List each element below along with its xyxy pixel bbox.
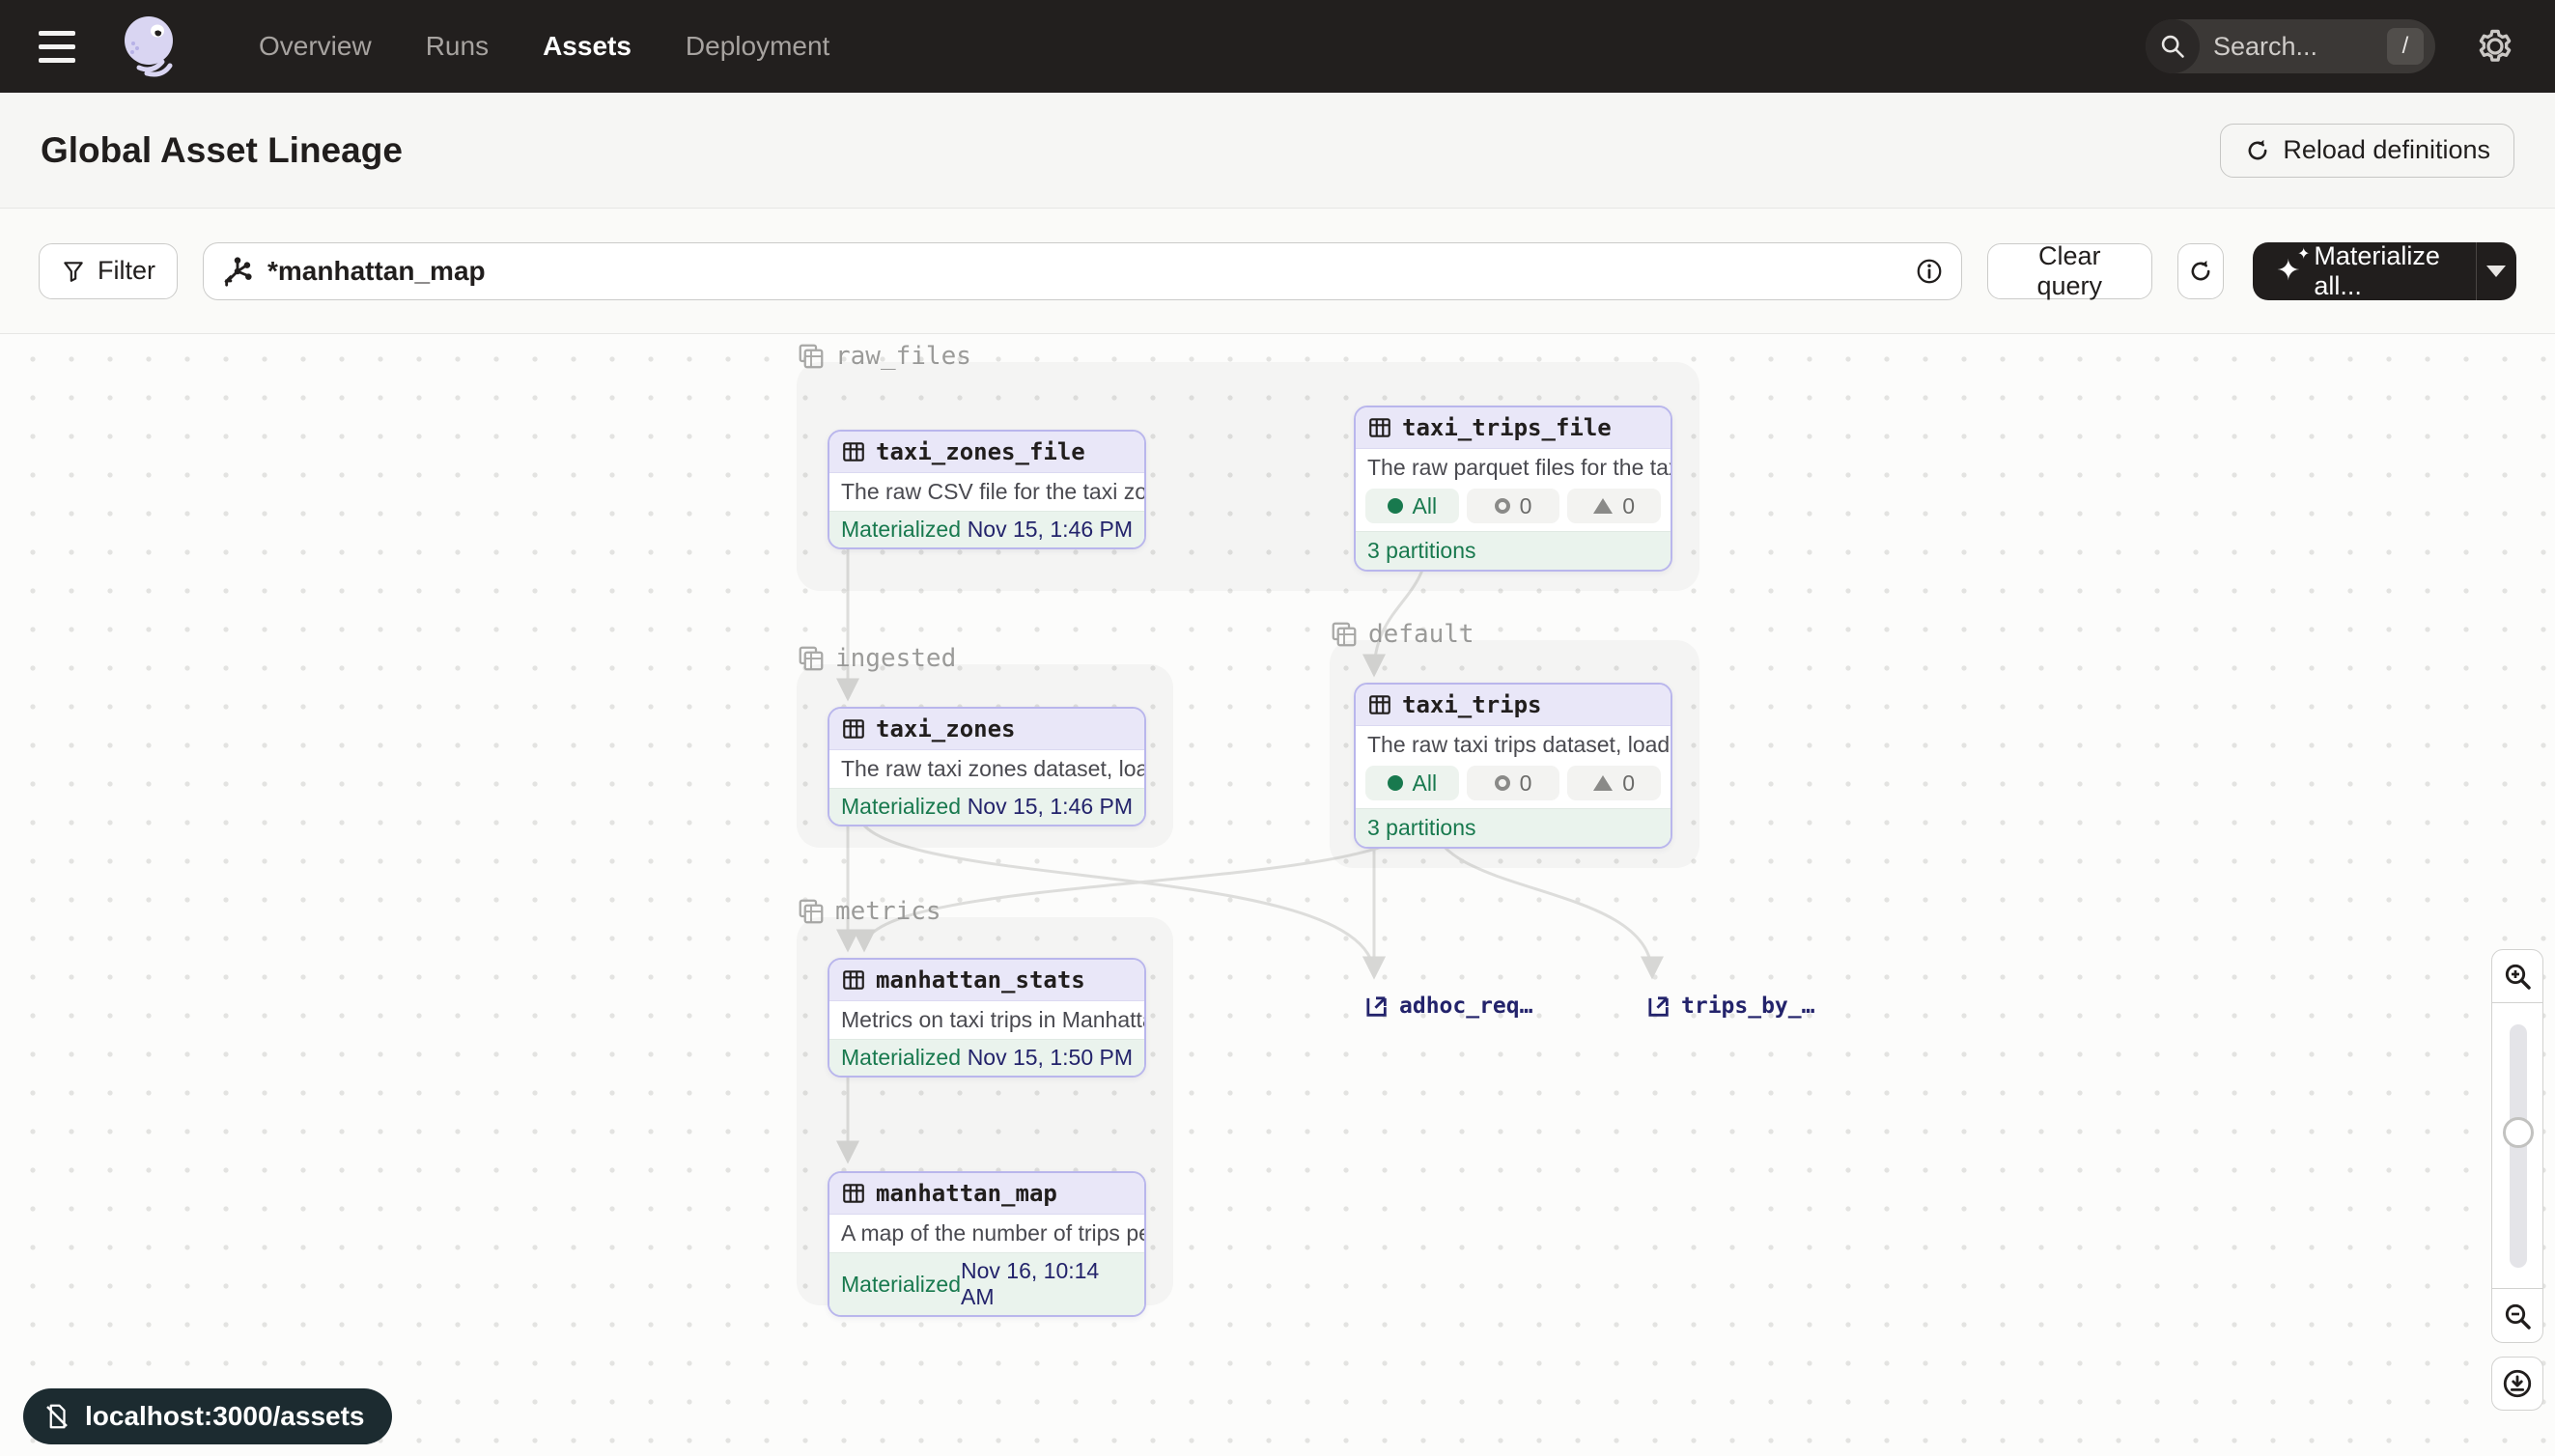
hamburger-menu-icon[interactable] xyxy=(39,18,95,74)
page-title: Global Asset Lineage xyxy=(41,130,403,171)
tab-runs[interactable]: Runs xyxy=(426,31,489,62)
materialization-time[interactable]: Nov 16, 10:14 AM xyxy=(961,1258,1133,1310)
triangle-icon xyxy=(1593,498,1613,514)
lineage-canvas[interactable]: raw_files ingested default metrics xyxy=(0,334,2555,1456)
partition-badge-missing[interactable]: 0 xyxy=(1467,489,1560,523)
zoom-in-icon xyxy=(2502,961,2533,992)
partitions-count: 3 partitions xyxy=(1356,531,1671,570)
materialize-dropdown-caret[interactable] xyxy=(2476,242,2516,300)
reload-icon xyxy=(2244,137,2271,164)
partition-badge-all[interactable]: All xyxy=(1365,766,1459,800)
download-view-button[interactable] xyxy=(2491,1357,2543,1411)
zoom-out-button[interactable] xyxy=(2491,1289,2543,1343)
asset-name: taxi_zones_file xyxy=(876,438,1085,465)
green-dot-icon xyxy=(1388,775,1403,791)
triangle-icon xyxy=(1593,775,1613,791)
materialization-time[interactable]: Nov 15, 1:50 PM xyxy=(968,1045,1133,1071)
zoom-slider[interactable] xyxy=(2491,1003,2543,1289)
asset-description: The raw taxi trips dataset, loaded into … xyxy=(1356,726,1671,764)
status-badge: Materialized xyxy=(841,1045,961,1071)
search-shortcut-key: / xyxy=(2387,28,2424,65)
asset-name: manhattan_stats xyxy=(876,966,1085,994)
page-header: Global Asset Lineage Reload definitions xyxy=(0,93,2555,209)
no-favicon-icon xyxy=(42,1402,71,1431)
nav-tabs: Overview Runs Assets Deployment xyxy=(259,31,829,62)
partition-badges: All 0 0 xyxy=(1356,487,1671,531)
download-icon xyxy=(2501,1367,2534,1400)
table-icon xyxy=(841,967,866,993)
asset-node-taxi-zones[interactable]: taxi_zones The raw taxi zones dataset, l… xyxy=(828,707,1146,826)
asset-node-manhattan-map[interactable]: manhattan_map A map of the number of tri… xyxy=(828,1171,1146,1317)
materialization-time[interactable]: Nov 15, 1:46 PM xyxy=(968,517,1133,543)
asset-description: The raw taxi zones dataset, loaded int..… xyxy=(829,750,1144,788)
external-node-adhoc-request[interactable]: adhoc_req… xyxy=(1362,993,1532,1020)
table-icon xyxy=(841,716,866,742)
materialize-all-button[interactable]: ✦✦ Materialize all... xyxy=(2253,242,2476,300)
partition-badges: All 0 0 xyxy=(1356,764,1671,808)
asset-node-taxi-trips-file[interactable]: taxi_trips_file The raw parquet files fo… xyxy=(1354,406,1672,572)
asset-node-taxi-trips[interactable]: taxi_trips The raw taxi trips dataset, l… xyxy=(1354,683,1672,849)
asset-description: A map of the number of trips per taxi z.… xyxy=(829,1215,1144,1252)
status-badge: Materialized xyxy=(841,794,961,820)
zoom-out-icon xyxy=(2502,1301,2533,1331)
global-search[interactable]: / xyxy=(2146,19,2435,73)
table-icon xyxy=(841,439,866,464)
refresh-graph-button[interactable] xyxy=(2177,243,2225,299)
url-text: localhost:3000/assets xyxy=(85,1401,365,1432)
table-icon xyxy=(1367,692,1392,717)
refresh-icon xyxy=(2187,258,2214,285)
table-icon xyxy=(1367,415,1392,440)
clear-query-button[interactable]: Clear query xyxy=(1987,243,2152,299)
top-navbar: Overview Runs Assets Deployment / xyxy=(0,0,2555,93)
search-input[interactable] xyxy=(2213,32,2368,62)
partition-badge-all[interactable]: All xyxy=(1365,489,1459,523)
partition-badge-failed[interactable]: 0 xyxy=(1567,766,1661,800)
asset-name: manhattan_map xyxy=(876,1180,1057,1207)
sparkles-icon: ✦✦ xyxy=(2276,257,2300,286)
tab-deployment[interactable]: Deployment xyxy=(686,31,829,62)
asset-selection-input[interactable] xyxy=(267,256,1901,287)
info-icon[interactable] xyxy=(1915,257,1944,286)
tab-overview[interactable]: Overview xyxy=(259,31,372,62)
asset-description: The raw parquet files for the taxi trips… xyxy=(1356,449,1671,487)
search-icon xyxy=(2146,19,2200,73)
filter-funnel-icon xyxy=(61,259,86,284)
partition-badge-failed[interactable]: 0 xyxy=(1567,489,1661,523)
asset-node-manhattan-stats[interactable]: manhattan_stats Metrics on taxi trips in… xyxy=(828,958,1146,1078)
materialization-time[interactable]: Nov 15, 1:46 PM xyxy=(968,794,1133,820)
asset-name: taxi_zones xyxy=(876,715,1016,742)
asset-description: Metrics on taxi trips in Manhattan xyxy=(829,1001,1144,1039)
external-node-trips-by[interactable]: trips_by_… xyxy=(1644,993,1814,1020)
reload-definitions-button[interactable]: Reload definitions xyxy=(2220,124,2514,178)
asset-selection-input-wrap xyxy=(203,242,1962,300)
external-link-icon xyxy=(1362,993,1390,1020)
partition-badge-missing[interactable]: 0 xyxy=(1467,766,1560,800)
zoom-in-button[interactable] xyxy=(2491,949,2543,1003)
materialize-all-split-button: ✦✦ Materialize all... xyxy=(2253,242,2516,300)
partitions-count: 3 partitions xyxy=(1356,808,1671,847)
asset-name: taxi_trips_file xyxy=(1402,414,1612,441)
settings-gear-icon[interactable] xyxy=(2474,25,2516,68)
dagster-logo[interactable] xyxy=(116,12,185,81)
status-badge: Materialized xyxy=(841,517,961,543)
green-dot-icon xyxy=(1388,498,1403,514)
tab-assets[interactable]: Assets xyxy=(543,31,632,62)
zoom-controls xyxy=(2491,949,2543,1411)
op-selector-icon xyxy=(221,255,254,288)
asset-description: The raw CSV file for the taxi zones dat.… xyxy=(829,473,1144,511)
ring-icon xyxy=(1495,498,1510,514)
ring-icon xyxy=(1495,775,1510,791)
lineage-toolbar: Filter Clear query ✦✦ Materialize all... xyxy=(0,209,2555,334)
browser-url-overlay: localhost:3000/assets xyxy=(23,1388,392,1444)
filter-button[interactable]: Filter xyxy=(39,243,178,299)
external-link-icon xyxy=(1644,993,1671,1020)
zoom-slider-handle[interactable] xyxy=(2503,1117,2534,1148)
asset-node-taxi-zones-file[interactable]: taxi_zones_file The raw CSV file for the… xyxy=(828,430,1146,549)
asset-name: taxi_trips xyxy=(1402,691,1542,718)
table-icon xyxy=(841,1181,866,1206)
status-badge: Materialized xyxy=(841,1272,961,1298)
